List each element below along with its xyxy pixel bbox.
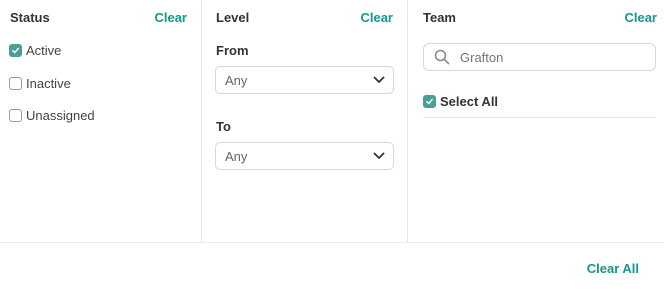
status-column: Status Clear Active Inactive Unassigned — [0, 0, 202, 242]
team-list-divider — [423, 117, 656, 118]
team-search-input[interactable] — [458, 48, 642, 66]
level-header: Level Clear — [202, 10, 407, 28]
unassigned-label: Unassigned — [26, 108, 95, 123]
team-title: Team — [423, 10, 456, 25]
from-select[interactable]: Any — [215, 66, 394, 94]
select-all-label: Select All — [440, 94, 499, 109]
active-label: Active — [26, 43, 62, 58]
to-select-value: Any — [225, 148, 248, 164]
checkmark-icon — [12, 47, 19, 54]
status-clear-button[interactable]: Clear — [154, 10, 187, 25]
filter-panel: Status Clear Active Inactive Unassigned — [0, 0, 664, 289]
status-option-unassigned[interactable]: Unassigned — [9, 108, 95, 123]
active-checkbox[interactable] — [9, 44, 22, 57]
clear-all-button[interactable]: Clear All — [587, 261, 639, 276]
status-title: Status — [10, 10, 50, 25]
team-clear-button[interactable]: Clear — [624, 10, 657, 25]
team-search-box[interactable] — [423, 43, 656, 71]
chevron-down-icon — [373, 152, 385, 159]
from-select-value: Any — [225, 72, 248, 88]
status-option-inactive[interactable]: Inactive — [9, 76, 71, 91]
status-header: Status Clear — [0, 10, 201, 28]
team-column: Team Clear Select All — [408, 0, 664, 242]
inactive-checkbox[interactable] — [9, 77, 22, 90]
checkmark-icon — [426, 98, 433, 105]
to-select[interactable]: Any — [215, 142, 394, 170]
search-icon — [434, 49, 450, 65]
chevron-down-icon — [373, 76, 385, 83]
team-header: Team Clear — [408, 10, 664, 28]
level-clear-button[interactable]: Clear — [360, 10, 393, 25]
status-option-active[interactable]: Active — [9, 43, 61, 58]
level-column: Level Clear From Any To Any — [202, 0, 408, 242]
filter-columns: Status Clear Active Inactive Unassigned — [0, 0, 664, 242]
select-all-checkbox[interactable] — [423, 95, 436, 108]
unassigned-checkbox[interactable] — [9, 109, 22, 122]
to-label: To — [216, 119, 231, 134]
select-all-option[interactable]: Select All — [423, 94, 498, 109]
inactive-label: Inactive — [26, 76, 71, 91]
filter-footer: Clear All — [0, 242, 664, 289]
level-title: Level — [216, 10, 250, 25]
from-label: From — [216, 43, 249, 58]
